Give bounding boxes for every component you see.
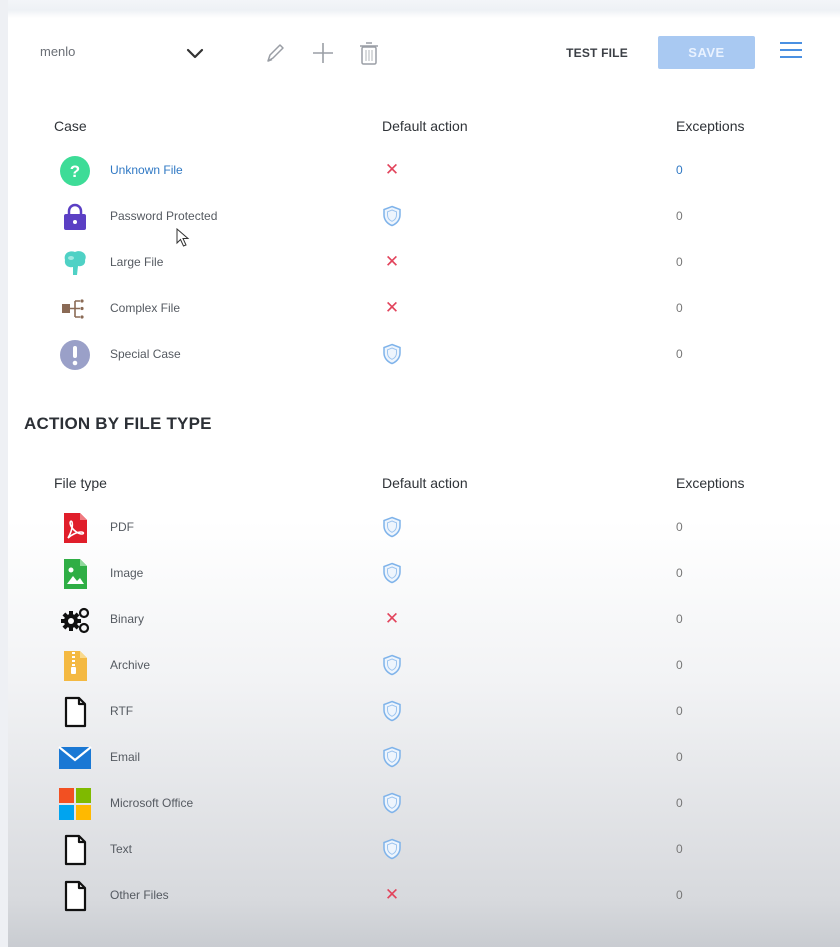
default-action-column-header: Default action [382, 475, 468, 491]
gears-icon [58, 603, 92, 637]
file-type-name: Image [110, 566, 144, 580]
shield-action-icon[interactable] [380, 204, 404, 228]
lock-icon [58, 200, 92, 234]
image-file-icon [58, 557, 92, 591]
table-row-special-case[interactable]: Special Case 0 [8, 332, 840, 378]
pencil-icon[interactable] [263, 40, 287, 66]
table-row-image[interactable]: Image 0 [8, 551, 840, 597]
exceptions-count[interactable]: 0 [676, 658, 683, 672]
complex-file-icon [58, 292, 92, 326]
block-action-icon[interactable]: ✕ [380, 883, 404, 907]
table-row-rtf[interactable]: RTF 0 [8, 689, 840, 735]
table-row-archive[interactable]: Archive 0 [8, 643, 840, 689]
pdf-icon [58, 511, 92, 545]
shield-action-icon[interactable] [380, 653, 404, 677]
shield-action-icon[interactable] [380, 342, 404, 366]
shield-action-icon[interactable] [380, 837, 404, 861]
table-row-binary[interactable]: Binary ✕ 0 [8, 597, 840, 643]
case-name: Large File [110, 255, 164, 269]
section-title: ACTION BY FILE TYPE [24, 414, 212, 433]
shield-action-icon[interactable] [380, 699, 404, 723]
table-row-complex-file[interactable]: Complex File ✕ 0 [8, 286, 840, 332]
exceptions-count[interactable]: 0 [676, 520, 683, 534]
plus-icon[interactable] [311, 40, 335, 66]
block-action-icon[interactable]: ✕ [380, 296, 404, 320]
file-type-name: Email [110, 750, 141, 764]
test-file-button[interactable]: TEST FILE [556, 38, 638, 68]
table-row-password-protected[interactable]: Password Protected 0 [8, 194, 840, 240]
block-action-icon[interactable]: ✕ [380, 607, 404, 631]
case-name: Special Case [110, 347, 181, 361]
file-policy-panel: menlo TEST FILE SAVE Case Default action… [8, 16, 840, 947]
exceptions-count[interactable]: 0 [676, 255, 683, 269]
large-file-icon [58, 246, 92, 280]
shield-action-icon[interactable] [380, 745, 404, 769]
file-type-name: Other Files [110, 888, 169, 902]
shield-action-icon[interactable] [380, 515, 404, 539]
toolbar: menlo TEST FILE SAVE [8, 16, 840, 86]
trash-icon[interactable] [357, 40, 381, 66]
document-icon [58, 695, 92, 729]
file-type-name: PDF [110, 520, 134, 534]
exceptions-column-header: Exceptions [676, 118, 745, 134]
question-circle-icon: ? [58, 154, 92, 188]
document-icon [58, 833, 92, 867]
table-row-microsoft-office[interactable]: Microsoft Office 0 [8, 781, 840, 827]
table-row-other-files[interactable]: Other Files ✕ 0 [8, 873, 840, 919]
chevron-down-icon[interactable] [184, 42, 206, 64]
svg-text:?: ? [70, 162, 80, 181]
document-icon [58, 879, 92, 913]
file-type-name: RTF [110, 704, 134, 718]
table-row-text[interactable]: Text 0 [8, 827, 840, 873]
zip-archive-icon [58, 649, 92, 683]
table-row-large-file[interactable]: Large File ✕ 0 [8, 240, 840, 286]
profile-select-value[interactable]: menlo [40, 44, 75, 59]
exceptions-count[interactable]: 0 [676, 888, 683, 902]
case-name: Password Protected [110, 209, 218, 223]
file-type-name: Binary [110, 612, 145, 626]
shield-action-icon[interactable] [380, 561, 404, 585]
table-row-email[interactable]: Email 0 [8, 735, 840, 781]
block-action-icon[interactable]: ✕ [380, 158, 404, 182]
case-name-link[interactable]: Unknown File [110, 163, 183, 177]
mouse-cursor-icon [176, 227, 190, 253]
case-column-header: Case [54, 118, 87, 134]
exceptions-count[interactable]: 0 [676, 301, 683, 315]
exceptions-count[interactable]: 0 [676, 796, 683, 810]
shield-action-icon[interactable] [380, 791, 404, 815]
exceptions-count[interactable]: 0 [676, 750, 683, 764]
left-edge [0, 0, 8, 947]
exceptions-count[interactable]: 0 [676, 209, 683, 223]
file-type-name: Microsoft Office [110, 796, 194, 810]
exclamation-circle-icon [58, 338, 92, 372]
hamburger-menu-icon[interactable] [780, 42, 802, 62]
exceptions-count[interactable]: 0 [676, 612, 683, 626]
block-action-icon[interactable]: ✕ [380, 250, 404, 274]
file-type-name: Text [110, 842, 133, 856]
exceptions-column-header: Exceptions [676, 475, 745, 491]
exceptions-count[interactable]: 0 [676, 566, 683, 580]
file-type-column-header: File type [54, 475, 107, 491]
file-type-name: Archive [110, 658, 151, 672]
case-name: Complex File [110, 301, 181, 315]
exceptions-count[interactable]: 0 [676, 842, 683, 856]
exceptions-count[interactable]: 0 [676, 704, 683, 718]
default-action-column-header: Default action [382, 118, 468, 134]
exceptions-count[interactable]: 0 [676, 347, 683, 361]
save-button[interactable]: SAVE [658, 36, 755, 69]
microsoft-office-icon [58, 787, 92, 821]
table-row-pdf[interactable]: PDF 0 [8, 505, 840, 551]
envelope-icon [58, 741, 92, 775]
exceptions-count-link[interactable]: 0 [676, 163, 683, 177]
table-row-unknown-file[interactable]: ? Unknown File ✕ 0 [8, 148, 840, 194]
